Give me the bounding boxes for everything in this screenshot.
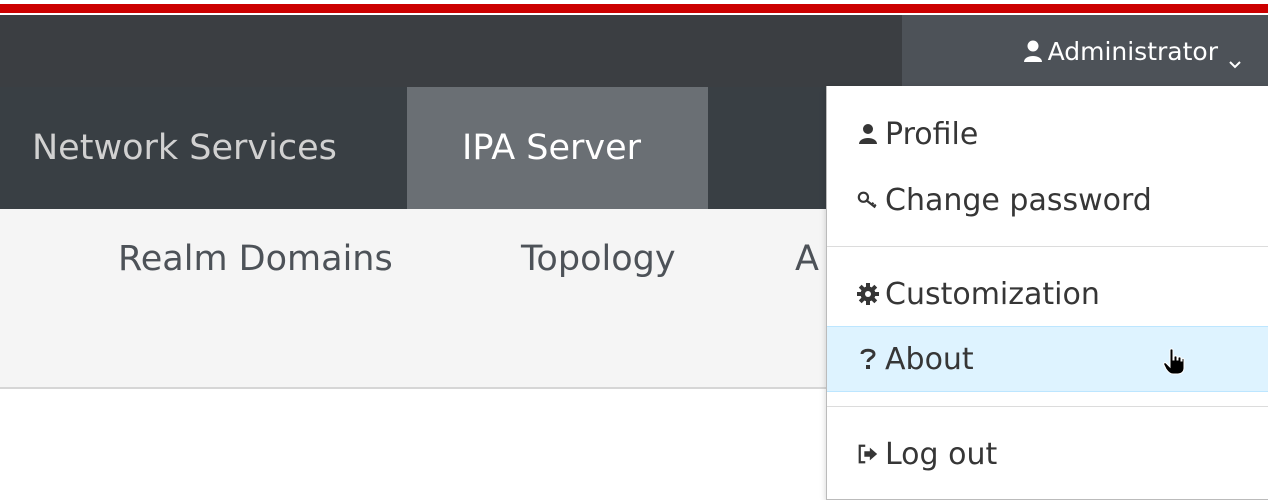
menu-item-label: Profile [885,116,979,152]
user-dropdown-menu: Profile Change password Customization Ab… [826,86,1268,500]
nav-item-label: Network Services [32,128,337,168]
subnav-item-realm-domains[interactable]: Realm Domains [118,239,393,279]
mouse-pointer-icon [1163,348,1185,376]
nav-item-network-services[interactable]: Network Services [0,87,407,209]
question-icon [857,347,879,371]
top-accent-bar [0,0,1268,15]
user-icon [1022,39,1044,63]
page: Administrator Network Services IPA Serve… [0,0,1268,500]
menu-item-label: Customization [885,276,1100,312]
nav-item-label: IPA Server [462,128,642,168]
menu-item-profile[interactable]: Profile [827,104,1268,164]
menu-divider [827,406,1268,407]
menu-divider [827,246,1268,247]
nav-item-ipa-server[interactable]: IPA Server [407,87,708,209]
subnav-item-truncated[interactable]: A [795,239,819,279]
chevron-down-icon [1228,46,1242,69]
key-icon [857,188,879,212]
menu-item-change-password[interactable]: Change password [827,170,1268,230]
user-menu-label: Administrator [1047,36,1218,66]
menu-item-label: Log out [885,436,998,472]
menu-item-about[interactable]: About [827,326,1268,392]
user-menu-toggle[interactable]: Administrator [902,15,1268,87]
masthead: Administrator [0,15,1268,87]
user-icon [857,122,879,146]
logout-icon [857,442,879,466]
menu-item-customization[interactable]: Customization [827,264,1268,324]
menu-item-label: About [885,341,974,377]
menu-item-label: Change password [885,182,1152,218]
menu-item-log-out[interactable]: Log out [827,424,1268,484]
gear-icon [857,282,879,306]
subnav-item-topology[interactable]: Topology [521,239,676,279]
